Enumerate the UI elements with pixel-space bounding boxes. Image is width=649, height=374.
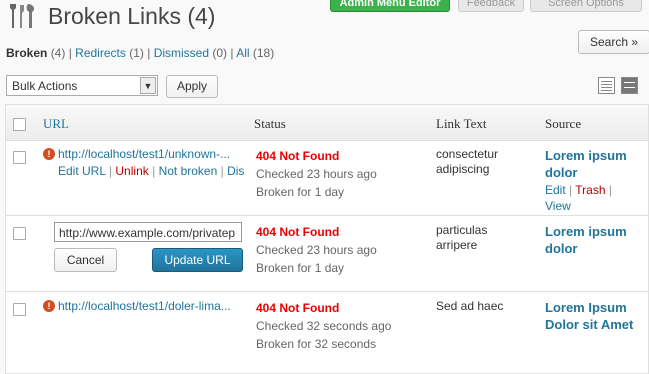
filter-redirects[interactable]: Redirects: [75, 46, 126, 60]
row-divider: [5, 215, 649, 216]
status-code: 404 Not Found: [256, 301, 340, 315]
checked-time: Checked 32 seconds ago: [256, 319, 392, 333]
link-text: particulas arripere: [436, 223, 488, 252]
select-all-checkbox[interactable]: [13, 118, 26, 131]
filter-links: Broken (4) | Redirects (1) | Dismissed (…: [6, 46, 275, 60]
unlink-link[interactable]: Unlink: [115, 164, 148, 178]
filter-redirects-count: (1): [129, 46, 144, 60]
broken-links-logo-icon: [10, 4, 35, 28]
list-view-icon[interactable]: [598, 77, 615, 94]
page-title: Broken Links (4): [48, 3, 216, 29]
source-actions: Edit | Trash | View: [545, 183, 612, 213]
error-icon: !: [43, 148, 55, 160]
compact-view-icon[interactable]: [621, 77, 638, 94]
checked-time: Checked 23 hours ago: [256, 167, 377, 181]
row-url-link[interactable]: http://localhost/test1/unknown-...: [58, 147, 230, 161]
screen-options-button[interactable]: Screen Options: [530, 0, 642, 12]
filter-dismissed[interactable]: Dismissed: [154, 46, 209, 60]
source-edit-link[interactable]: Edit: [545, 183, 566, 197]
column-link-text: Link Text: [436, 116, 487, 131]
error-icon: !: [43, 300, 55, 312]
status-code: 404 Not Found: [256, 149, 340, 163]
row-checkbox[interactable]: [13, 303, 26, 316]
row-checkbox[interactable]: [13, 227, 26, 240]
column-status: Status: [254, 116, 286, 131]
source-view-link[interactable]: View: [545, 199, 571, 213]
link-text: consectetur adipiscing: [436, 147, 499, 176]
source-title[interactable]: Lorem ipsum dolor: [545, 223, 627, 257]
admin-menu-editor-button[interactable]: Admin Menu Editor: [330, 0, 450, 12]
broken-duration: Broken for 32 seconds: [256, 337, 377, 351]
edit-url-link[interactable]: Edit URL: [58, 164, 106, 178]
bulk-actions-select[interactable]: Bulk Actions ▼: [6, 75, 158, 96]
cancel-button[interactable]: Cancel: [54, 248, 117, 272]
filter-all-count: (18): [252, 46, 275, 60]
broken-duration: Broken for 1 day: [256, 185, 345, 199]
source-title[interactable]: Lorem Ipsum Dolor sit Amet: [545, 299, 633, 333]
filter-dismissed-count: (0): [212, 46, 228, 60]
feedback-button[interactable]: Feedback: [458, 0, 524, 12]
row-url-link[interactable]: http://localhost/test1/doler-lima...: [58, 299, 231, 313]
filter-all[interactable]: All: [236, 46, 249, 60]
not-broken-link[interactable]: Not broken: [159, 164, 218, 178]
column-url[interactable]: URL: [43, 116, 69, 132]
source-trash-link[interactable]: Trash: [575, 183, 605, 197]
row-divider: [5, 291, 649, 292]
broken-duration: Broken for 1 day: [256, 261, 345, 275]
update-url-button[interactable]: Update URL: [152, 248, 243, 272]
search-button[interactable]: Search »: [578, 30, 649, 54]
filter-broken[interactable]: Broken: [6, 46, 47, 60]
column-source: Source: [545, 116, 582, 131]
bulk-actions-selected: Bulk Actions: [12, 79, 78, 93]
chevron-down-icon: ▼: [140, 77, 156, 94]
source-title[interactable]: Lorem ipsum dolor: [545, 147, 627, 181]
checked-time: Checked 23 hours ago: [256, 243, 377, 257]
status-code: 404 Not Found: [256, 225, 340, 239]
dismiss-link[interactable]: Dis: [227, 164, 244, 178]
link-text: Sed ad haec: [436, 299, 504, 313]
row-actions: Edit URL | Unlink | Not broken | Dis: [58, 164, 245, 178]
edit-url-input[interactable]: http://www.example.com/privatep: [54, 222, 242, 242]
row-checkbox[interactable]: [13, 151, 26, 164]
filter-broken-count: (4): [50, 46, 66, 60]
apply-button[interactable]: Apply: [166, 75, 218, 98]
